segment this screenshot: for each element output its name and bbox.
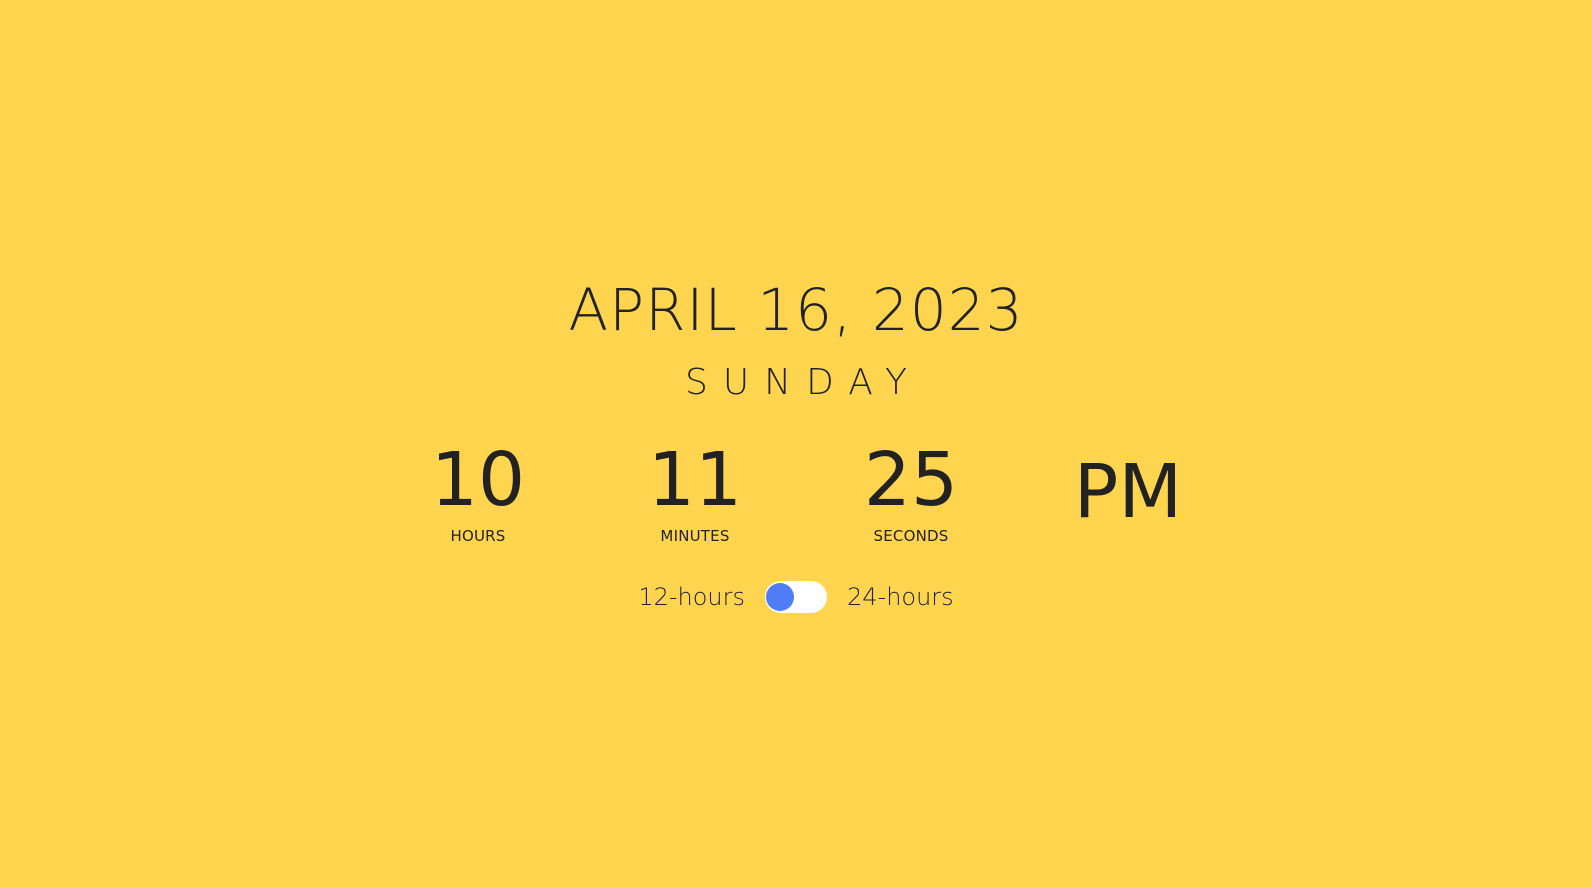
seconds-unit: 25 SECONDS bbox=[811, 438, 1011, 546]
clock-container: APRIL 16, 2023 SUNDAY 10 HOURS 11 MINUTE… bbox=[0, 0, 1592, 887]
hours-value: 10 bbox=[430, 437, 526, 523]
minutes-unit: 11 MINUTES bbox=[595, 438, 795, 546]
date-display: APRIL 16, 2023 bbox=[568, 276, 1024, 344]
12-hours-label: 12-hours bbox=[638, 583, 745, 611]
24-hours-label: 24-hours bbox=[847, 583, 954, 611]
minutes-value: 11 bbox=[647, 437, 743, 523]
ampm-indicator: PM bbox=[1073, 449, 1183, 535]
hours-label: HOURS bbox=[450, 527, 506, 545]
day-display: SUNDAY bbox=[684, 362, 923, 403]
minutes-label: MINUTES bbox=[660, 527, 730, 545]
seconds-label: SECONDS bbox=[873, 527, 949, 545]
switch-knob bbox=[766, 583, 794, 611]
seconds-value: 25 bbox=[863, 437, 959, 523]
time-format-toggle-row: 12-hours 24-hours bbox=[0, 580, 1592, 614]
time-format-switch[interactable] bbox=[765, 581, 827, 613]
hours-unit: 10 HOURS bbox=[378, 438, 578, 546]
